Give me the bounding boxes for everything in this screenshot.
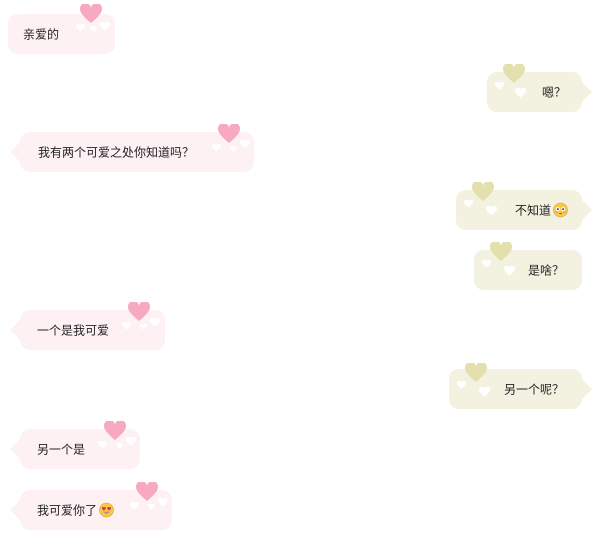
message-text: 另一个是 <box>37 442 86 457</box>
message-bubble-right: 另一个呢？ <box>449 363 592 409</box>
message-bubble-left: 亲爱的 <box>8 4 115 54</box>
message-bubble-left: 一个是我可爱 <box>10 302 165 350</box>
message-text: 亲爱的 <box>23 27 60 42</box>
heart-eyes-emoji-icon <box>99 502 114 518</box>
flushed-face-emoji-icon <box>553 202 568 218</box>
heart-decoration-icon <box>493 62 533 102</box>
heart-decoration-icon <box>122 300 164 340</box>
heart-decoration-icon <box>480 240 520 280</box>
message-bubble-right: 是啥？ <box>474 242 582 290</box>
message-text: 我可爱你了 <box>37 503 98 518</box>
message-bubble-left: 我有两个可爱之处你知道吗？ <box>10 124 254 172</box>
heart-decoration-icon <box>76 4 116 44</box>
message-text: 一个是我可爱 <box>37 323 110 338</box>
message-text: 是啥？ <box>527 263 564 278</box>
message-text: 我有两个可爱之处你知道吗？ <box>38 145 195 160</box>
heart-decoration-icon <box>460 180 500 220</box>
message-text: 另一个呢？ <box>503 382 564 397</box>
message-bubble-right: 不知道 <box>456 182 592 230</box>
heart-decoration-icon <box>453 359 493 399</box>
heart-decoration-icon <box>130 480 172 520</box>
message-text: 嗯？ <box>541 85 566 100</box>
message-bubble-left: 我可爱你了 <box>10 482 172 530</box>
heart-decoration-icon <box>98 419 140 459</box>
message-bubble-right: 嗯？ <box>487 64 592 112</box>
message-bubble-left: 另一个是 <box>10 421 140 469</box>
heart-decoration-icon <box>212 122 256 162</box>
message-text: 不知道 <box>514 203 551 218</box>
